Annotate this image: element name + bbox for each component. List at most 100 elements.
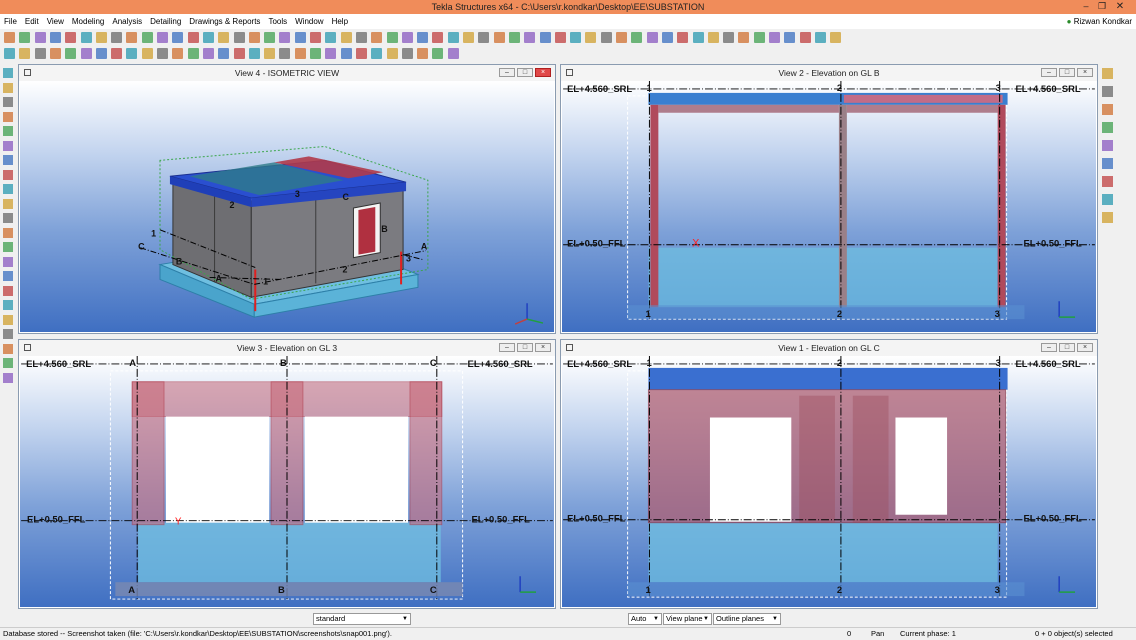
view-minimize-button[interactable]: – xyxy=(1041,68,1057,77)
menu-analysis[interactable]: Analysis xyxy=(108,14,146,29)
view-minimize-button[interactable]: – xyxy=(499,68,515,77)
toolbar-tool-icon[interactable] xyxy=(371,48,383,59)
toolbar-tool-icon[interactable] xyxy=(524,32,536,43)
toolbar-tool-icon[interactable] xyxy=(218,48,230,59)
toolbar-tool-icon[interactable] xyxy=(447,32,459,43)
toolbar-tool-icon[interactable] xyxy=(248,48,260,59)
toolbar-tool-icon[interactable] xyxy=(707,32,719,43)
toolbar-tool-icon[interactable] xyxy=(264,32,276,43)
toolbar-tool-icon[interactable] xyxy=(3,358,13,368)
toolbar-tool-icon[interactable] xyxy=(3,271,13,281)
toolbar-tool-icon[interactable] xyxy=(310,32,321,43)
model-canvas[interactable]: EL+4.560_SRL EL+4.560_SRL EL+0.50_FFL EL… xyxy=(562,81,1096,332)
toolbar-tool-icon[interactable] xyxy=(279,32,291,43)
toolbar-tool-icon[interactable] xyxy=(753,32,765,43)
view-close-button[interactable]: × xyxy=(1077,68,1093,77)
view-maximize-button[interactable]: □ xyxy=(1059,68,1075,77)
toolbar-tool-icon[interactable] xyxy=(80,48,92,59)
toolbar-tool-icon[interactable] xyxy=(692,32,704,43)
toolbar-tool-icon[interactable] xyxy=(600,32,612,43)
view-maximize-button[interactable]: □ xyxy=(517,68,533,77)
toolbar-tool-icon[interactable] xyxy=(279,48,291,59)
toolbar-tool-icon[interactable] xyxy=(3,82,13,93)
toolbar-tool-icon[interactable] xyxy=(3,343,13,354)
menu-modeling[interactable]: Modeling xyxy=(68,14,108,29)
menu-drawings-reports[interactable]: Drawings & Reports xyxy=(185,14,264,29)
toolbar-tool-icon[interactable] xyxy=(233,32,245,43)
toolbar-tool-icon[interactable] xyxy=(95,48,107,59)
menu-tools[interactable]: Tools xyxy=(264,14,291,29)
toolbar-tool-icon[interactable] xyxy=(111,32,123,43)
toolbar-tool-icon[interactable] xyxy=(784,32,796,43)
toolbar-tool-icon[interactable] xyxy=(233,48,245,59)
toolbar-tool-icon[interactable] xyxy=(830,32,842,43)
toolbar-tool-icon[interactable] xyxy=(799,32,811,43)
toolbar-tool-icon[interactable] xyxy=(141,32,153,43)
toolbar-tool-icon[interactable] xyxy=(463,32,474,43)
model-canvas[interactable]: EL+4.560_SRL EL+4.560_SRL EL+0.50_FFL EL… xyxy=(562,356,1096,607)
toolbar-tool-icon[interactable] xyxy=(493,32,505,43)
toolbar-tool-icon[interactable] xyxy=(3,169,13,180)
toolbar-tool-icon[interactable] xyxy=(111,48,123,59)
toolbar-tool-icon[interactable] xyxy=(1102,212,1113,223)
outline-select[interactable]: Outline planes ▼ xyxy=(713,613,781,625)
toolbar-tool-icon[interactable] xyxy=(677,32,689,43)
view-elevation-gl-b[interactable]: View 2 - Elevation on GL B – □ × EL+4.56… xyxy=(560,64,1098,334)
toolbar-tool-icon[interactable] xyxy=(570,32,582,43)
toolbar-tool-icon[interactable] xyxy=(157,32,168,43)
view-menu-icon[interactable] xyxy=(24,344,31,351)
toolbar-tool-icon[interactable] xyxy=(3,97,13,107)
view-minimize-button[interactable]: – xyxy=(499,343,515,352)
toolbar-tool-icon[interactable] xyxy=(447,48,459,59)
toolbar-tool-icon[interactable] xyxy=(34,32,46,43)
toolbar-tool-icon[interactable] xyxy=(187,32,199,43)
toolbar-tool-icon[interactable] xyxy=(3,227,13,238)
model-canvas[interactable]: EL+4.560_SRL EL+4.560_SRL EL+0.50_FFL EL… xyxy=(20,356,554,607)
toolbar-tool-icon[interactable] xyxy=(325,48,337,59)
view-menu-icon[interactable] xyxy=(566,344,573,351)
view-minimize-button[interactable]: – xyxy=(1041,343,1057,352)
toolbar-tool-icon[interactable] xyxy=(3,242,13,252)
toolbar-tool-icon[interactable] xyxy=(1102,86,1113,97)
toolbar-tool-icon[interactable] xyxy=(4,48,15,59)
toolbar-tool-icon[interactable] xyxy=(1102,176,1113,187)
view-menu-icon[interactable] xyxy=(24,69,31,76)
toolbar-tool-icon[interactable] xyxy=(371,32,383,43)
view-isometric[interactable]: View 4 - ISOMETRIC VIEW – □ × 1 C B A 2 … xyxy=(18,64,556,334)
toolbar-tool-icon[interactable] xyxy=(3,285,13,296)
close-icon[interactable]: ✕ xyxy=(1113,0,1127,14)
view-maximize-button[interactable]: □ xyxy=(517,343,533,352)
toolbar-tool-icon[interactable] xyxy=(340,32,352,43)
toolbar-tool-icon[interactable] xyxy=(3,314,13,325)
toolbar-tool-icon[interactable] xyxy=(294,32,306,43)
toolbar-tool-icon[interactable] xyxy=(585,32,597,43)
view-close-button[interactable]: × xyxy=(535,343,551,352)
toolbar-tool-icon[interactable] xyxy=(172,32,184,43)
toolbar-tool-icon[interactable] xyxy=(218,32,230,43)
view-maximize-button[interactable]: □ xyxy=(1059,343,1075,352)
toolbar-tool-icon[interactable] xyxy=(202,48,214,59)
toolbar-tool-icon[interactable] xyxy=(310,48,321,59)
menu-detailing[interactable]: Detailing xyxy=(146,14,185,29)
view-elevation-gl-3[interactable]: View 3 - Elevation on GL 3 – □ × EL+4.56… xyxy=(18,339,556,609)
toolbar-tool-icon[interactable] xyxy=(401,48,413,59)
menu-window[interactable]: Window xyxy=(291,14,327,29)
toolbar-tool-icon[interactable] xyxy=(65,32,77,43)
toolbar-tool-icon[interactable] xyxy=(80,32,92,43)
toolbar-tool-icon[interactable] xyxy=(3,140,13,151)
menu-view[interactable]: View xyxy=(43,14,68,29)
view-close-button[interactable]: × xyxy=(535,68,551,77)
plane-select[interactable]: View plane ▼ xyxy=(663,613,712,625)
toolbar-tool-icon[interactable] xyxy=(3,155,13,165)
toolbar-tool-icon[interactable] xyxy=(49,32,61,43)
toolbar-tool-icon[interactable] xyxy=(3,300,13,310)
toolbar-tool-icon[interactable] xyxy=(248,32,260,43)
menu-help[interactable]: Help xyxy=(328,14,352,29)
toolbar-tool-icon[interactable] xyxy=(417,48,429,59)
toolbar-tool-icon[interactable] xyxy=(769,32,780,43)
toolbar-tool-icon[interactable] xyxy=(1102,68,1113,79)
toolbar-tool-icon[interactable] xyxy=(157,48,168,59)
toolbar-tool-icon[interactable] xyxy=(294,48,306,59)
toolbar-tool-icon[interactable] xyxy=(3,198,13,209)
toolbar-tool-icon[interactable] xyxy=(631,32,643,43)
